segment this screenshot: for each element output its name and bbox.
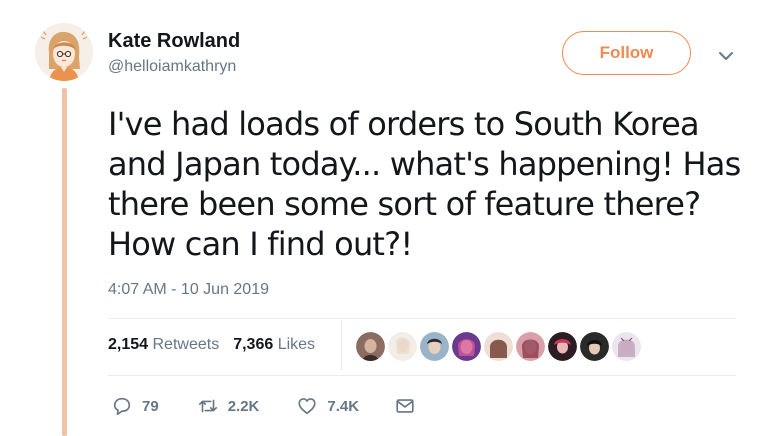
retweets-label: Retweets bbox=[152, 336, 220, 353]
heart-icon bbox=[298, 398, 316, 415]
liker-avatar[interactable] bbox=[484, 332, 513, 361]
like-button[interactable]: 7.4K bbox=[296, 395, 359, 417]
like-count: 7.4K bbox=[327, 397, 360, 415]
liker-avatar[interactable] bbox=[356, 332, 385, 361]
liker-avatar[interactable] bbox=[420, 332, 449, 361]
chevron-down-icon[interactable] bbox=[716, 46, 736, 66]
author-handle[interactable]: @helloiamkathryn bbox=[108, 58, 236, 76]
follow-button[interactable]: Follow bbox=[562, 31, 691, 75]
tweet-line: How can I find out?! bbox=[108, 225, 413, 263]
liker-avatar[interactable] bbox=[580, 332, 609, 361]
likes-label: Likes bbox=[277, 336, 316, 353]
reply-icon bbox=[113, 397, 131, 416]
tweet-text: I've had loads of orders to South Korea … bbox=[108, 104, 758, 264]
avatar-illustration bbox=[35, 23, 93, 81]
tweet-line: I've had loads of orders to South Korea bbox=[108, 105, 700, 143]
tweet-line: there been some sort of feature there? bbox=[108, 185, 701, 223]
retweet-count: 2.2K bbox=[227, 397, 260, 415]
liker-avatars bbox=[356, 332, 641, 361]
liker-avatar[interactable] bbox=[388, 332, 417, 361]
liker-avatar[interactable] bbox=[452, 332, 481, 361]
divider bbox=[108, 318, 736, 319]
direct-message-button[interactable] bbox=[394, 395, 416, 417]
retweets-stat[interactable]: 2,154 Retweets bbox=[108, 336, 219, 354]
retweet-icon bbox=[198, 399, 217, 413]
tweet-actions: 79 2.2K 7.4K bbox=[108, 395, 416, 417]
divider bbox=[108, 375, 736, 376]
liker-avatar[interactable] bbox=[516, 332, 545, 361]
likes-count: 7,366 bbox=[233, 336, 274, 353]
avatar[interactable] bbox=[35, 23, 93, 81]
tweet-timestamp[interactable]: 4:07 AM - 10 Jun 2019 bbox=[108, 281, 269, 299]
author-name[interactable]: Kate Rowland bbox=[108, 30, 240, 53]
reply-count: 79 bbox=[142, 397, 159, 415]
message-icon bbox=[396, 399, 414, 413]
retweet-button[interactable]: 2.2K bbox=[197, 395, 260, 417]
engagement-stats: 2,154 Retweets 7,366 Likes bbox=[108, 336, 315, 354]
likes-stat[interactable]: 7,366 Likes bbox=[233, 336, 315, 354]
liker-avatar[interactable] bbox=[612, 332, 641, 361]
retweets-count: 2,154 bbox=[108, 336, 149, 353]
thread-line bbox=[62, 88, 67, 436]
reply-button[interactable]: 79 bbox=[111, 395, 159, 417]
tweet-line: and Japan today... what's happening! Has bbox=[108, 145, 741, 183]
stats-separator bbox=[341, 320, 342, 370]
liker-avatar[interactable] bbox=[548, 332, 577, 361]
